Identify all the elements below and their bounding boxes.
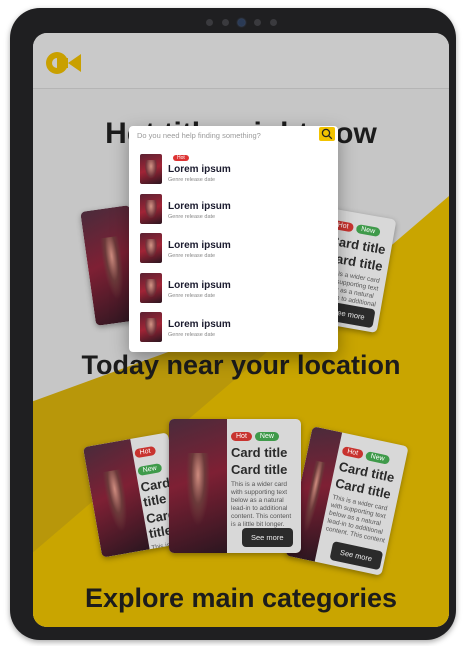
new-badge: New [355, 223, 381, 238]
card-title-2: Card title [231, 462, 288, 477]
new-badge: New [364, 451, 391, 465]
top-navbar [33, 33, 449, 89]
hot-badge: Hot [231, 432, 252, 441]
camera-logo-icon[interactable] [45, 51, 87, 75]
section-title-categories: Explore main categories [84, 583, 398, 613]
result-title: Lorem ipsum [168, 279, 231, 291]
result-subtitle: Genre release date [168, 213, 216, 220]
search-result-item[interactable]: Lorem ipsum Genre release date [129, 308, 338, 348]
search-result-item[interactable]: Lorem ipsum Genre release date [129, 269, 338, 309]
new-badge: New [137, 463, 163, 477]
camera-bar [206, 19, 277, 26]
poster-image [169, 419, 227, 553]
result-subtitle: Genre release date [168, 253, 216, 259]
search-result-item[interactable]: Hot Lorem ipsum Genre release date [129, 150, 338, 190]
search-dropdown: Hot Lorem ipsum Genre release date Lorem… [129, 126, 338, 352]
result-thumbnail [140, 312, 162, 342]
new-badge: New [254, 432, 279, 441]
search-results-list: Hot Lorem ipsum Genre release date Lorem… [129, 150, 338, 348]
result-title: Lorem ipsum [168, 164, 231, 175]
hot-badge: Hot [173, 155, 189, 161]
search-result-item[interactable]: Lorem ipsum Genre release date [129, 229, 338, 269]
search-icon [321, 128, 333, 140]
card-text: This is a wider card with supporting tex… [231, 481, 292, 528]
hot-badge: Hot [134, 445, 157, 459]
result-subtitle: Genre release date [168, 292, 216, 299]
result-subtitle: Genre release date [168, 332, 216, 338]
result-thumbnail [140, 193, 162, 224]
result-title: Lorem ipsum [168, 319, 231, 330]
result-title: Lorem ipsum [168, 200, 231, 212]
search-submit-button[interactable] [319, 127, 335, 141]
result-thumbnail [140, 272, 162, 303]
result-thumbnail [140, 154, 162, 184]
card-text: This is a wider card with supporting tex… [325, 493, 388, 545]
search-input[interactable] [137, 128, 313, 142]
result-subtitle: Genre release date [168, 177, 216, 183]
see-more-button[interactable]: See more [329, 541, 383, 571]
nearby-card-center[interactable]: Hot New Card title Card title This is a w… [169, 419, 301, 553]
result-title: Lorem ipsum [168, 240, 231, 251]
card-title: Card title [231, 445, 288, 460]
result-thumbnail [140, 233, 162, 263]
hot-badge: Hot [341, 446, 364, 460]
section-title-nearby: Today near your location [81, 350, 401, 380]
see-more-button[interactable]: See more [242, 528, 293, 547]
search-result-item[interactable]: Lorem ipsum Genre release date [129, 190, 338, 230]
